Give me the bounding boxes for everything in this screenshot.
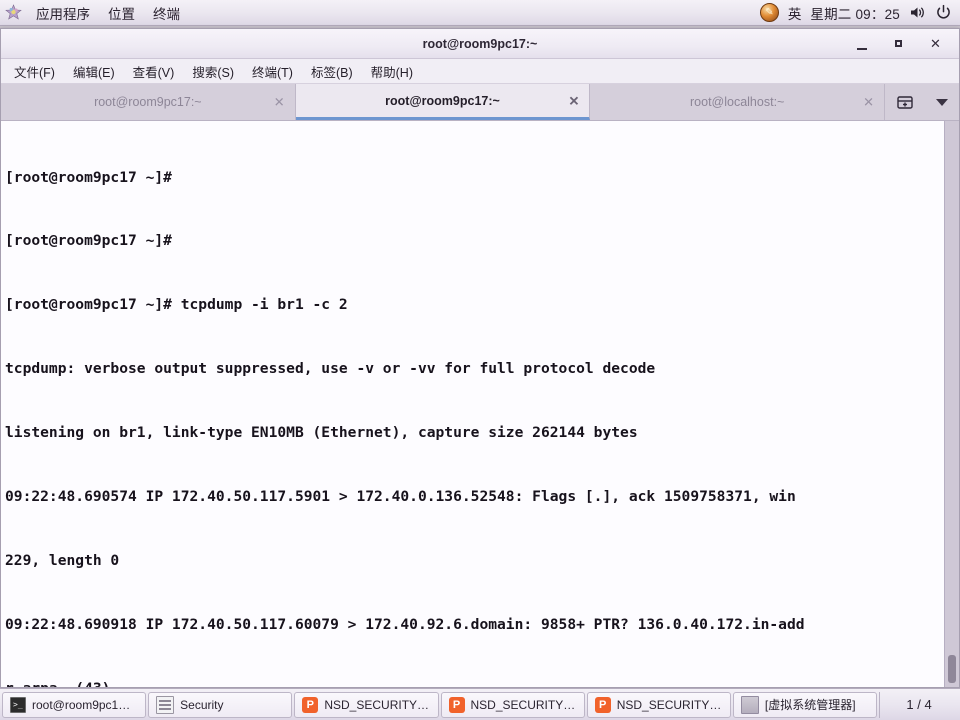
terminal-output[interactable]: [root@room9pc17 ~]# [root@room9pc17 ~]# … — [1, 121, 944, 687]
clock[interactable]: 星期二 09：25 — [810, 3, 900, 23]
window-controls: ✕ — [854, 36, 959, 51]
terminal-line: 09:22:48.690574 IP 172.40.50.117.5901 > … — [5, 488, 796, 506]
new-tab-icon[interactable] — [896, 94, 914, 110]
tab-label: root@room9pc17:~ — [385, 93, 500, 108]
terminal-icon: >_ — [10, 696, 26, 713]
workspace-switcher[interactable]: 1 / 4 — [879, 691, 958, 718]
menu-view[interactable]: 查看(V) — [124, 59, 184, 84]
screen: 应用程序 位置 终端 ✎ 英 星期二 09：25 root@room9pc17:… — [0, 0, 960, 720]
tab-close-icon[interactable]: ✕ — [568, 94, 579, 107]
menu-help[interactable]: 帮助(H) — [362, 59, 422, 84]
terminal-line: tcpdump: verbose output suppressed, use … — [5, 360, 656, 378]
taskbar-item-label: NSD_SECURITY_… — [470, 697, 577, 712]
menu-terminal[interactable]: 终端(T) — [243, 59, 302, 84]
terminal-line: listening on br1, link-type EN10MB (Ethe… — [5, 424, 638, 442]
window-title: root@room9pc17:~ — [422, 36, 538, 51]
terminal-body[interactable]: [root@room9pc17 ~]# [root@room9pc17 ~]# … — [1, 121, 959, 687]
terminal-line: [root@room9pc17 ~]# — [5, 232, 181, 250]
wps-icon: P — [448, 696, 465, 713]
tab-label: root@room9pc17:~ — [94, 95, 202, 109]
close-button[interactable]: ✕ — [928, 36, 943, 51]
menu-search[interactable]: 搜索(S) — [183, 59, 243, 84]
document-icon — [156, 695, 175, 714]
taskbar-item-nsd-security-1[interactable]: P NSD_SECURITY_… — [294, 691, 439, 718]
input-method-indicator[interactable]: 英 — [788, 3, 802, 23]
tab-close-icon[interactable]: ✕ — [274, 96, 285, 109]
terminal-line: [root@room9pc17 ~]# tcpdump -i br1 -c 2 — [5, 296, 348, 314]
terminal-line: r.arpa. (43) — [5, 678, 944, 687]
wps-icon: P — [302, 696, 319, 713]
panel-menu-places[interactable]: 位置 — [100, 1, 143, 25]
terminal-line: [root@room9pc17 ~]# — [5, 168, 181, 186]
wps-icon: P — [594, 696, 611, 713]
tab-bar-controls — [885, 84, 960, 120]
taskbar-item-nsd-security-3[interactable]: P NSD_SECURITY_… — [586, 691, 731, 718]
terminal-window: root@room9pc17:~ ✕ 文件(F) 编辑(E) 查看(V) 搜索(… — [0, 28, 960, 688]
terminal-line: 09:22:48.690918 IP 172.40.50.117.60079 >… — [5, 615, 805, 633]
taskbar-item-terminal[interactable]: >_ root@room9pc1… — [2, 691, 147, 718]
chevron-down-icon[interactable] — [936, 98, 949, 106]
tab-bar: root@room9pc17:~ ✕ root@room9pc17:~ ✕ ro… — [1, 84, 960, 121]
taskbar: >_ root@room9pc1… Security P NSD_SECURIT… — [0, 688, 960, 720]
ibus-orb-icon[interactable]: ✎ — [759, 3, 779, 22]
menu-file[interactable]: 文件(F) — [5, 59, 64, 84]
minimize-button[interactable] — [854, 36, 869, 51]
taskbar-item-label: [虚拟系统管理器] — [764, 698, 856, 712]
window-titlebar[interactable]: root@room9pc17:~ ✕ — [1, 29, 959, 59]
tab-2[interactable]: root@localhost:~ ✕ — [590, 84, 886, 120]
tab-label: root@localhost:~ — [690, 95, 785, 109]
panel-status-area: ✎ 英 星期二 09：25 — [759, 3, 960, 23]
power-icon[interactable] — [935, 4, 952, 21]
terminal-scrollbar[interactable] — [944, 121, 959, 687]
tab-1[interactable]: root@room9pc17:~ ✕ — [295, 84, 591, 120]
menu-tabs[interactable]: 标签(B) — [302, 59, 362, 84]
terminal-line: 229, length 0 — [5, 551, 120, 569]
volume-icon[interactable] — [909, 4, 926, 21]
maximize-button[interactable] — [891, 36, 906, 51]
panel-menu-terminal[interactable]: 终端 — [145, 1, 188, 25]
tab-close-icon[interactable]: ✕ — [863, 96, 874, 109]
top-panel: 应用程序 位置 终端 ✎ 英 星期二 09：25 — [0, 0, 960, 26]
taskbar-item-virt-manager[interactable]: [虚拟系统管理器] — [732, 691, 878, 718]
menubar: 文件(F) 编辑(E) 查看(V) 搜索(S) 终端(T) 标签(B) 帮助(H… — [1, 59, 959, 84]
vmm-icon — [740, 695, 759, 714]
tab-0[interactable]: root@room9pc17:~ ✕ — [1, 84, 296, 120]
taskbar-item-label: Security — [180, 697, 224, 712]
taskbar-item-label: NSD_SECURITY_… — [616, 697, 723, 712]
panel-menu-applications[interactable]: 应用程序 — [28, 1, 98, 25]
taskbar-item-security[interactable]: Security — [148, 691, 293, 718]
taskbar-item-nsd-security-2[interactable]: P NSD_SECURITY_… — [440, 691, 585, 718]
gnome-foot-icon[interactable] — [5, 4, 22, 21]
taskbar-item-label: NSD_SECURITY_… — [324, 697, 431, 712]
menu-edit[interactable]: 编辑(E) — [64, 59, 124, 84]
scrollbar-thumb[interactable] — [948, 655, 956, 683]
taskbar-item-label: root@room9pc1… — [32, 697, 131, 712]
